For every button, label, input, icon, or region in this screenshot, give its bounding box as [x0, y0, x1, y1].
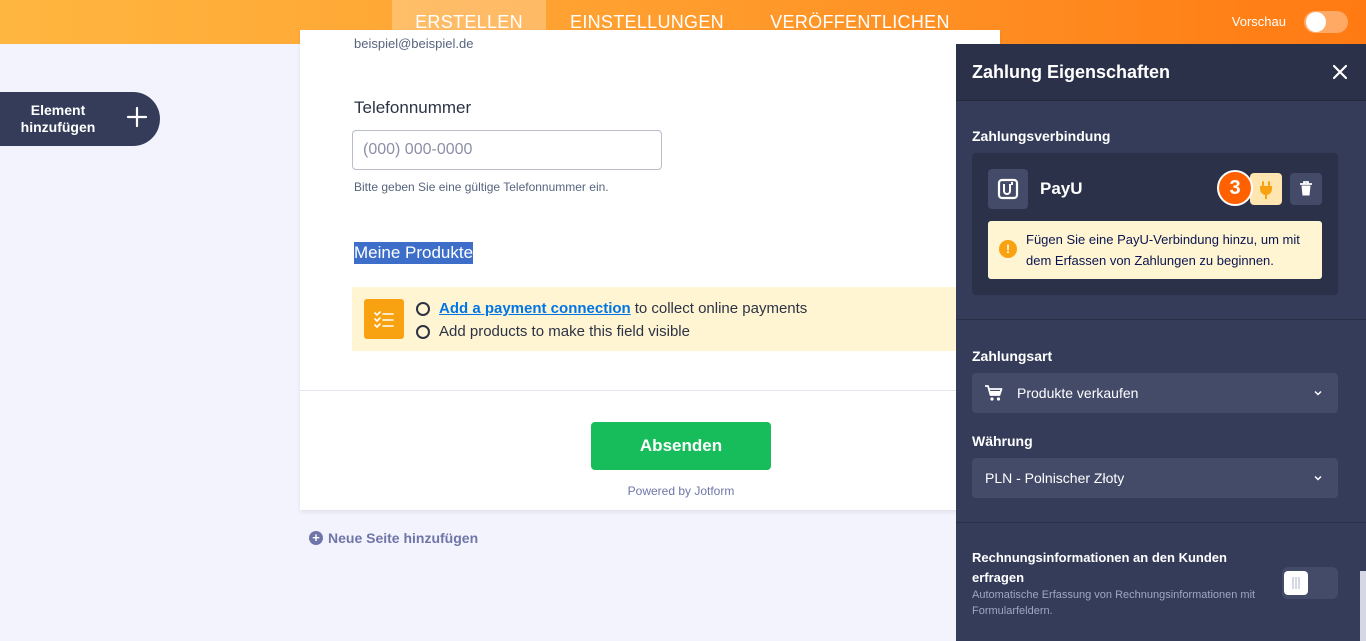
add-page-label: Neue Seite hinzufügen: [328, 530, 479, 546]
warning-icon: !: [999, 240, 1017, 258]
add-payment-connection-link[interactable]: Add a payment connection: [439, 300, 631, 317]
add-page-button[interactable]: + Neue Seite hinzufügen: [309, 530, 478, 546]
preview-toggle[interactable]: [1304, 11, 1348, 33]
trash-icon: [1290, 181, 1322, 209]
notice-item-connection: Add a payment connection to collect onli…: [416, 300, 807, 317]
gateway-name: PayU: [1040, 179, 1083, 198]
circle-icon: [416, 301, 430, 316]
preview-toggle-knob: [1306, 12, 1326, 32]
billing-info-label: Rechnungsinformationen an den Kunden erf…: [972, 550, 1227, 585]
submit-button[interactable]: Absenden: [591, 422, 771, 470]
connection-tooltip: ! Fügen Sie eine PayU-Verbindung hinzu, …: [988, 221, 1322, 279]
step-badge: 3: [1217, 170, 1253, 206]
notice-item-products: Add products to make this field visible: [416, 323, 690, 340]
phone-label: Telefonnummer: [354, 98, 472, 117]
powered-by-text: Powered by Jotform: [627, 484, 735, 498]
divider: [300, 390, 1000, 391]
phone-sublabel: Bitte geben Sie eine gültige Telefonnumm…: [354, 180, 609, 194]
phone-input[interactable]: [352, 130, 662, 170]
billing-info-description: Automatische Erfassung von Rechnungsinfo…: [972, 589, 1256, 617]
panel-title: Zahlung Eigenschaften: [972, 62, 1171, 82]
payment-type-value: Produkte verkaufen: [1017, 385, 1139, 401]
circle-icon: [416, 324, 430, 339]
notice-item-text: to collect online payments: [634, 300, 808, 317]
connect-button[interactable]: [1250, 173, 1282, 205]
currency-value: PLN - Polnischer Złoty: [985, 470, 1125, 486]
payu-logo-icon: [988, 169, 1028, 209]
add-element-button[interactable]: Element hinzufügen: [0, 92, 160, 146]
plus-icon: [126, 106, 148, 131]
payment-connection-label: Zahlungsverbindung: [972, 128, 1111, 144]
currency-select[interactable]: PLN - Polnischer Złoty: [972, 458, 1338, 498]
tooltip-text: Fügen Sie eine PayU-Verbindung hinzu, um…: [1026, 232, 1300, 268]
plug-icon: [1250, 181, 1282, 209]
payment-connection-box: PayU 3 ! Fügen Sie eine PayU-Verbindung: [972, 153, 1338, 295]
notice-item-text: Add products to make this field visible: [439, 323, 690, 340]
preview-label: Vorschau: [1231, 14, 1286, 29]
toggle-knob: [1284, 571, 1308, 595]
divider: [956, 319, 1366, 320]
scrollbar[interactable]: [1360, 571, 1366, 641]
payment-properties-panel: Zahlung Eigenschaften Zahlungsverbindung…: [956, 44, 1366, 641]
close-icon[interactable]: [1332, 60, 1348, 86]
billing-info-toggle[interactable]: [1282, 567, 1338, 599]
add-element-label: Element hinzufügen: [20, 102, 96, 135]
plus-circle-icon: +: [309, 531, 323, 545]
products-field-label[interactable]: Meine Produkte: [354, 242, 474, 264]
payment-type-select[interactable]: Produkte verkaufen: [972, 373, 1338, 413]
payment-notice: Add a payment connection to collect onli…: [352, 287, 1000, 351]
divider: [956, 522, 1366, 523]
payment-type-label: Zahlungsart: [972, 348, 1053, 364]
checklist-icon: [364, 299, 404, 339]
delete-connection-button[interactable]: [1290, 173, 1322, 205]
email-sublabel: beispiel@beispiel.de: [354, 36, 474, 51]
form-card: beispiel@beispiel.de Telefonnummer Bitte…: [300, 30, 1000, 510]
chevron-down-icon: [1312, 386, 1324, 398]
currency-label: Währung: [972, 433, 1033, 449]
chevron-down-icon: [1312, 471, 1324, 483]
panel-header: Zahlung Eigenschaften: [956, 44, 1366, 101]
cart-icon: [984, 383, 1004, 406]
